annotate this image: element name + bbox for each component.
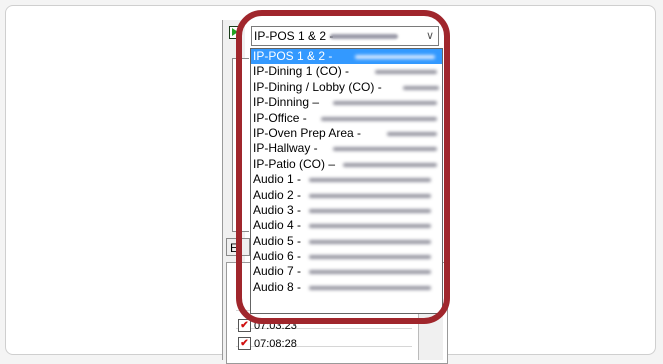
row-time: 07:08:28 (254, 338, 297, 350)
checkbox-checked-icon[interactable]: ✔ (238, 336, 251, 350)
table-row[interactable]: ✔ 07:08:28 (238, 335, 297, 353)
highlight-annotation-ring (236, 10, 450, 324)
